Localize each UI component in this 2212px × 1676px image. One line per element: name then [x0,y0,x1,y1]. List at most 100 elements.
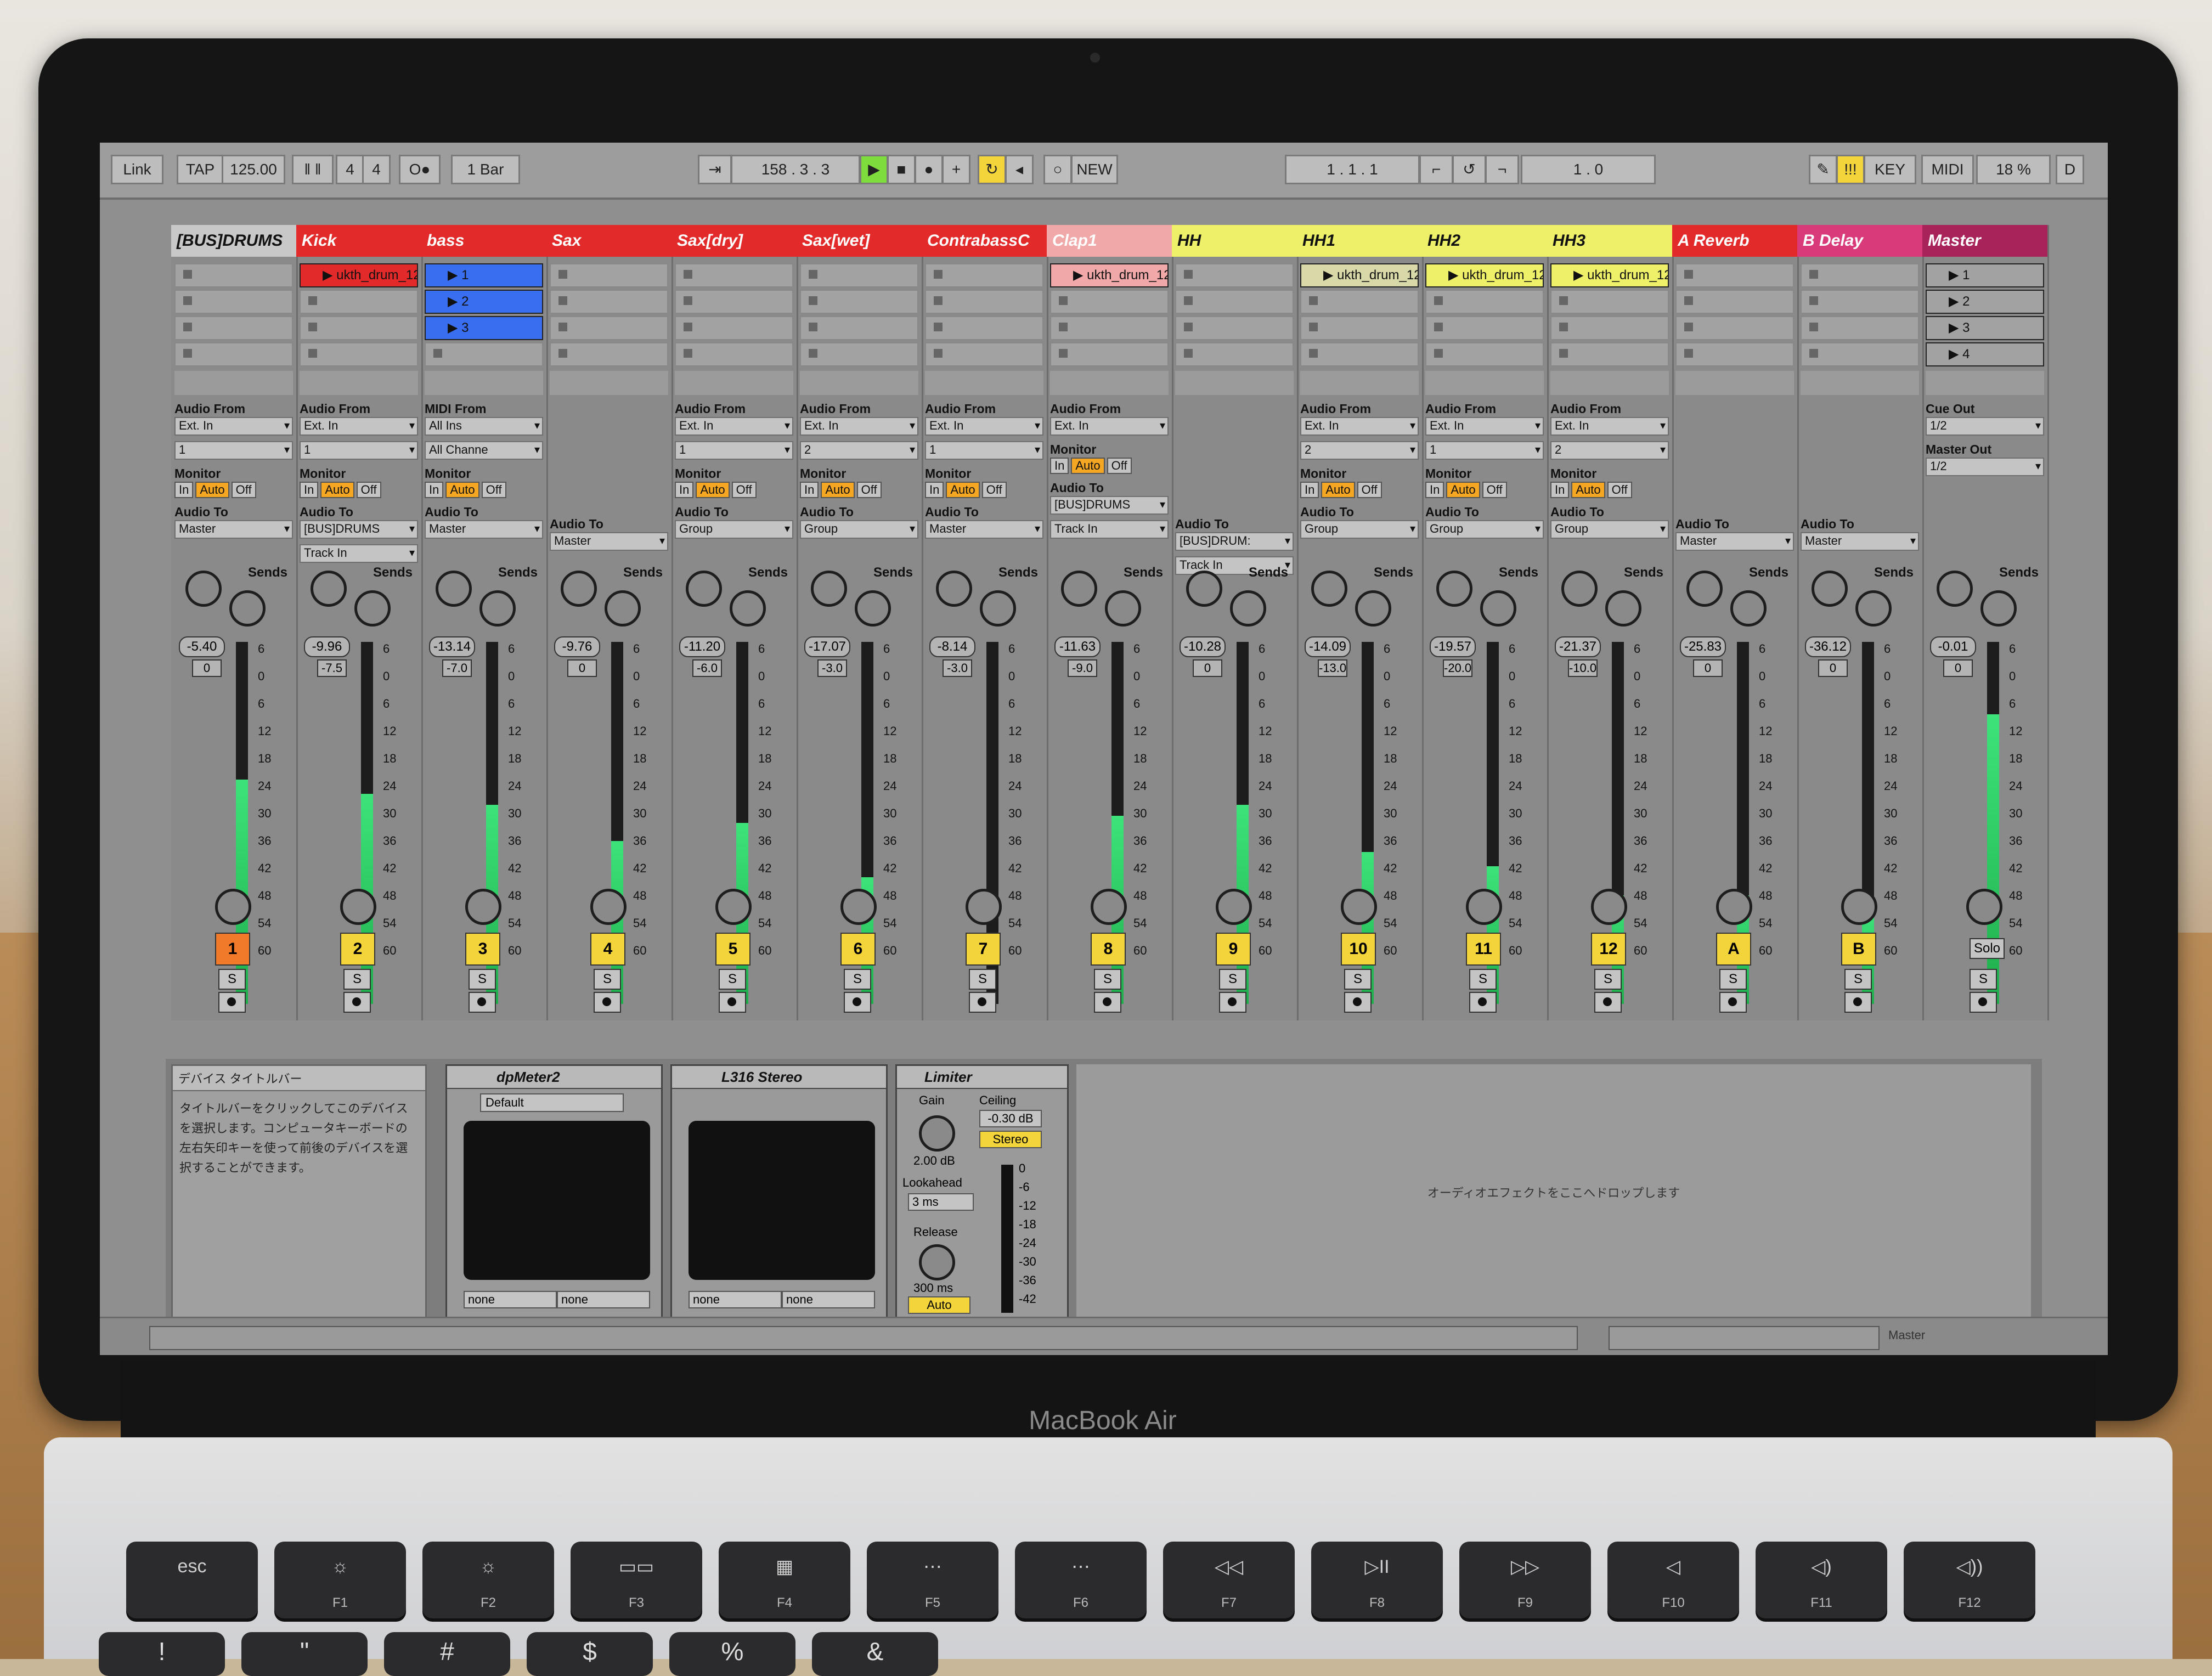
arm-button[interactable] [469,992,496,1013]
clip-slot[interactable] [800,316,918,340]
monitor-off[interactable]: Off [1607,482,1632,498]
clip-slot[interactable] [1550,290,1669,314]
volume-field[interactable]: -25.83 [1680,636,1726,657]
stop-clips-button[interactable] [800,371,918,395]
solo-button[interactable]: S [1844,969,1872,990]
stop-clips-button[interactable] [1675,371,1794,395]
monitor-auto[interactable]: Auto [1446,482,1480,498]
volume-field[interactable]: -9.96 [304,636,350,657]
clip-slot[interactable] [300,290,418,314]
volume-field[interactable]: -17.07 [804,636,850,657]
monitor-switch[interactable]: In Auto Off [174,482,293,498]
tap-button[interactable]: TAP [177,155,224,184]
keyboard-key[interactable]: % [669,1632,795,1676]
clip-slot[interactable] [800,290,918,314]
pan-field[interactable]: -3.0 [943,659,972,677]
pan-knob[interactable] [966,889,1002,925]
send-a-knob[interactable] [311,571,347,607]
send-a-knob[interactable] [811,571,847,607]
clip-slot[interactable] [1050,290,1169,314]
output-select[interactable]: Master [550,532,668,551]
record-button[interactable]: ● [915,155,943,184]
clip[interactable]: ▶ ukth_drum_125_clea [1050,263,1169,287]
stop-clips-button[interactable] [675,371,793,395]
signature-denominator[interactable]: 4 [362,155,391,184]
track-activator-button[interactable]: 9 [1216,933,1251,966]
clip-slot[interactable] [174,263,293,287]
output-select[interactable]: Master [1801,532,1919,551]
send-b-knob[interactable] [229,590,266,627]
pan-knob[interactable] [1466,889,1502,925]
monitor-off[interactable]: Off [356,482,381,498]
keyboard-key[interactable]: ◁) F11 [1756,1542,1887,1618]
arm-button[interactable] [1844,992,1872,1013]
track-title[interactable]: HH [1172,225,1297,257]
track-title[interactable]: [BUS]DRUMS [171,225,296,257]
limiter-stereo-toggle[interactable]: Stereo [979,1131,1042,1148]
track-activator-button[interactable]: 3 [465,933,500,966]
send-b-knob[interactable] [1105,590,1141,627]
solo-button[interactable]: S [1719,969,1747,990]
send-b-knob[interactable] [1980,590,2017,627]
send-a-knob[interactable] [1686,571,1723,607]
arm-button[interactable] [1594,992,1622,1013]
clip[interactable]: ▶ 3 [1926,316,2044,340]
clip-slot[interactable] [1550,316,1669,340]
solo-button[interactable]: S [969,969,996,990]
solo-button[interactable]: S [1219,969,1246,990]
send-a-knob[interactable] [1436,571,1472,607]
midi-map-button[interactable]: MIDI [1921,155,1974,184]
clip[interactable]: ▶ ukth_drum_125_sho [1550,263,1669,287]
arm-button[interactable] [1469,992,1497,1013]
clip-slot[interactable] [1175,342,1294,366]
output-select[interactable]: [BUS]DRUMS [1050,496,1169,515]
pan-knob[interactable] [465,889,501,925]
input-channel-select[interactable]: 1 [675,441,793,460]
clip-slot[interactable] [925,290,1043,314]
pan-knob[interactable] [1966,889,2002,925]
pan-field[interactable]: 0 [1193,659,1222,677]
limiter-lookahead-select[interactable]: 3 ms [908,1193,974,1211]
clip[interactable]: ▶ ukth_drum_125 [1300,263,1419,287]
automation-arm-button[interactable]: ↻ [978,155,1006,184]
stop-clips-button[interactable] [425,371,543,395]
clip[interactable]: ▶ 3 [425,316,543,340]
solo-button[interactable]: S [1344,969,1372,990]
stop-button[interactable]: ■ [887,155,916,184]
send-a-knob[interactable] [561,571,597,607]
clip-slot[interactable] [1175,316,1294,340]
limiter-release-value[interactable]: 300 ms [913,1281,953,1295]
clip-slot[interactable] [1550,342,1669,366]
monitor-switch[interactable]: In Auto Off [425,482,543,498]
output-select[interactable]: Master [174,520,293,539]
limiter-release-knob[interactable] [919,1244,955,1280]
key-map-button[interactable]: KEY [1864,155,1916,184]
output-select[interactable]: Master [925,520,1043,539]
effect-drop-zone[interactable]: オーディオエフェクトをここへドロップします [1076,1064,2031,1322]
arm-button[interactable] [343,992,371,1013]
input-type-select[interactable]: Ext. In [1550,417,1669,436]
solo-button[interactable]: S [343,969,371,990]
clip-slot[interactable] [1801,263,1919,287]
input-channel-select[interactable]: 1 [1425,441,1544,460]
pan-knob[interactable] [215,889,251,925]
send-b-knob[interactable] [730,590,766,627]
input-type-select[interactable]: All Ins [425,417,543,436]
master-selector-label[interactable]: Master [1888,1328,1925,1342]
metronome-button[interactable]: O● [399,155,441,184]
output-select[interactable]: Master [1675,532,1794,551]
clip-slot[interactable] [300,316,418,340]
clip-slot[interactable] [1675,290,1794,314]
monitor-auto[interactable]: Auto [821,482,855,498]
input-type-select[interactable]: Ext. In [1425,417,1544,436]
output-select[interactable]: Group [1425,520,1544,539]
output-select[interactable]: [BUS]DRUM: [1175,532,1294,551]
track-title[interactable]: Clap1 [1047,225,1172,257]
input-channel-select[interactable]: 2 [800,441,918,460]
dpmeter-preset-select[interactable]: Default [480,1093,624,1112]
limiter-ceiling-field[interactable]: -0.30 dB [979,1110,1042,1127]
track-activator-button[interactable]: 12 [1591,933,1626,966]
clip-slot[interactable] [1801,290,1919,314]
clip[interactable]: ▶ 2 [425,290,543,314]
clip-slot[interactable] [550,342,668,366]
